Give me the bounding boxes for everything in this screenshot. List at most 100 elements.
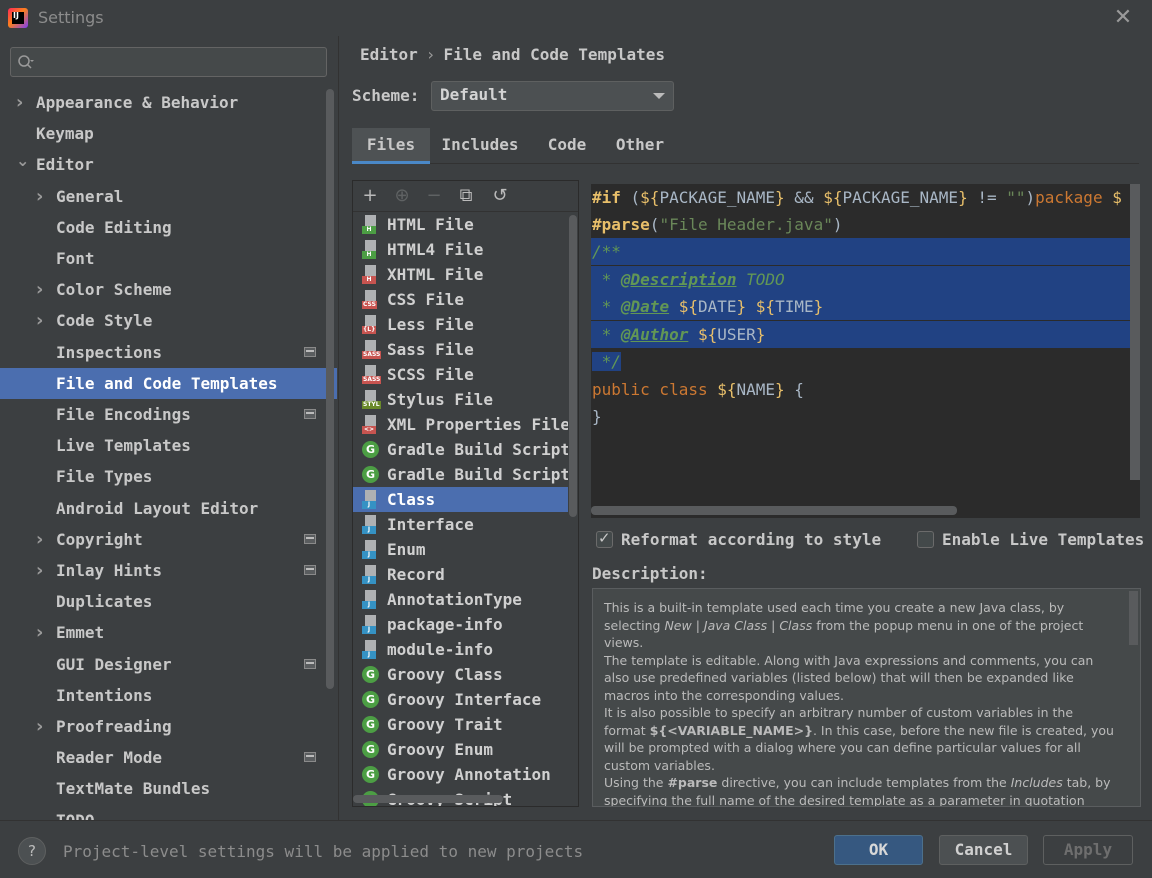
chevron-right-icon[interactable]: › [36, 524, 48, 555]
live-templates-checkbox[interactable] [917, 531, 934, 548]
sidebar-item-inlay-hints[interactable]: › Inlay Hints [0, 555, 337, 586]
window-title: Settings [38, 8, 104, 27]
file-type-tag: SASS [362, 351, 382, 359]
description-scrollbar[interactable] [1129, 591, 1138, 645]
code-line: * @Date ${DATE} ${TIME} [591, 293, 1138, 320]
template-item-stylus-file[interactable]: STYL Stylus File [353, 387, 568, 412]
template-item-css-file[interactable]: CSS CSS File [353, 287, 568, 312]
sidebar-item-file-types[interactable]: File Types [0, 461, 337, 492]
apply-button[interactable]: Apply [1043, 835, 1133, 865]
tab-code[interactable]: Code [538, 128, 596, 164]
reformat-checkbox[interactable] [596, 529, 613, 548]
sidebar-item-appearance-behavior[interactable]: › Appearance & Behavior [0, 87, 337, 118]
template-item-record[interactable]: J Record [353, 562, 568, 587]
template-item-class[interactable]: J Class [353, 487, 568, 512]
template-item-groovy-interface[interactable]: G Groovy Interface [353, 687, 568, 712]
code-token: TIME [775, 297, 814, 316]
tab-includes[interactable]: Includes [436, 128, 524, 164]
cancel-button[interactable]: Cancel [939, 835, 1028, 865]
sidebar-item-proofreading[interactable]: › Proofreading [0, 711, 337, 742]
template-item-module-info[interactable]: Jmodule-info [353, 637, 568, 662]
editor-hscrollbar[interactable] [591, 506, 957, 515]
sidebar-item-android-layout-editor[interactable]: Android Layout Editor [0, 493, 337, 524]
sidebar-item-color-scheme[interactable]: › Color Scheme [0, 274, 337, 305]
sidebar-item-reader-mode[interactable]: Reader Mode [0, 742, 337, 773]
code-token: } [592, 407, 602, 426]
sidebar-item-file-encodings[interactable]: File Encodings [0, 399, 337, 430]
sidebar-item-keymap[interactable]: Keymap [0, 118, 337, 149]
template-item-groovy-trait[interactable]: G Groovy Trait [353, 712, 568, 737]
chevron-right-icon[interactable]: › [36, 305, 48, 336]
sidebar-item-code-style[interactable]: › Code Style [0, 305, 337, 336]
code-token: ${ [640, 188, 660, 207]
file-template-icon: {L} [362, 315, 378, 334]
sidebar-item-copyright[interactable]: › Copyright [0, 524, 337, 555]
chevron-right-icon[interactable]: › [36, 555, 48, 586]
project-settings-icon [304, 409, 316, 419]
code-token: @Author [620, 325, 689, 344]
template-item-html-file[interactable]: H HTML File [353, 212, 568, 237]
template-item-annotationtype[interactable]: J AnnotationType [353, 587, 568, 612]
chevron-right-icon[interactable]: › [36, 274, 48, 305]
template-item-xml-properties-file[interactable]: <> XML Properties File [353, 412, 568, 437]
add-child-icon[interactable]: ⊕ [391, 185, 413, 207]
sidebar-item-inspections[interactable]: Inspections [0, 337, 337, 368]
sidebar-item-duplicates[interactable]: Duplicates [0, 586, 337, 617]
sidebar-item-intentions[interactable]: Intentions [0, 680, 337, 711]
template-item-sass-file[interactable]: SASS Sass File [353, 337, 568, 362]
settings-sidebar: › Appearance & Behavior Keymap ⌄ Editor › Gene… [0, 36, 338, 820]
template-code-editor[interactable]: #if (${PACKAGE_NAME} && ${PACKAGE_NAME} … [591, 184, 1140, 518]
sidebar-item-file-and-code-templates[interactable]: File and Code Templates [0, 367, 337, 399]
chevron-right-icon[interactable]: › [36, 617, 48, 648]
chevron-right-icon[interactable]: › [36, 711, 48, 742]
template-item-groovy-annotation[interactable]: G Groovy Annotation [353, 762, 568, 787]
sidebar-item-todo[interactable]: TODO [0, 805, 337, 820]
template-item-groovy-class[interactable]: G Groovy Class [353, 662, 568, 687]
template-list-scrollbar[interactable] [569, 215, 577, 517]
search-input[interactable] [45, 52, 315, 72]
template-item-gradle-build-script-w[interactable]: G Gradle Build Script w [353, 462, 568, 487]
template-item-groovy-enum[interactable]: G Groovy Enum [353, 737, 568, 762]
close-icon[interactable]: ✕ [1113, 7, 1133, 29]
sidebar-scrollbar[interactable] [326, 89, 334, 689]
editor-scrollbar[interactable] [1130, 184, 1140, 480]
template-item-html4-file[interactable]: H HTML4 File [353, 237, 568, 262]
reset-icon[interactable]: ↺ [489, 185, 511, 207]
template-item-less-file[interactable]: {L} Less File [353, 312, 568, 337]
file-type-tag: H [362, 276, 376, 284]
sidebar-item-general[interactable]: › General [0, 181, 337, 212]
help-button[interactable]: ? [18, 837, 46, 865]
sidebar-item-gui-designer[interactable]: GUI Designer [0, 649, 337, 680]
chevron-right-icon[interactable]: › [16, 87, 28, 118]
tab-files[interactable]: Files [352, 128, 430, 164]
sidebar-item-code-editing[interactable]: Code Editing [0, 212, 337, 243]
live-templates-label[interactable]: Enable Live Templates [942, 530, 1144, 549]
file-template-icon: SASS [362, 365, 382, 384]
template-item-scss-file[interactable]: SASS SCSS File [353, 362, 568, 387]
tab-other[interactable]: Other [608, 128, 672, 164]
sidebar-item-textmate-bundles[interactable]: TextMate Bundles [0, 773, 337, 804]
sidebar-item-editor[interactable]: ⌄ Editor [0, 149, 337, 180]
copy-icon[interactable]: ⧉ [455, 185, 477, 207]
sidebar-item-emmet[interactable]: › Emmet [0, 617, 337, 648]
groovy-icon: G [362, 766, 379, 783]
template-item-interface[interactable]: J Interface [353, 512, 568, 537]
reformat-label[interactable]: Reformat according to style [621, 530, 881, 549]
sidebar-item-live-templates[interactable]: Live Templates [0, 430, 337, 461]
scheme-dropdown[interactable]: Default [431, 81, 674, 111]
template-item-xhtml-file[interactable]: H XHTML File [353, 262, 568, 287]
breadcrumb-parent[interactable]: Editor [360, 45, 418, 64]
template-item-gradle-build-script[interactable]: G Gradle Build Script [353, 437, 568, 462]
add-icon[interactable]: + [359, 185, 381, 207]
chevron-right-icon[interactable]: › [36, 181, 48, 212]
search-icon[interactable] [17, 54, 35, 72]
remove-icon[interactable]: − [423, 185, 445, 207]
search-box[interactable] [10, 47, 327, 77]
ok-button[interactable]: OK [834, 835, 923, 865]
file-type-tag: H [362, 226, 376, 234]
template-item-enum[interactable]: J Enum [353, 537, 568, 562]
chevron-down-icon[interactable]: ⌄ [16, 145, 29, 176]
sidebar-item-font[interactable]: Font [0, 243, 337, 274]
template-list-hscrollbar[interactable] [353, 795, 503, 803]
template-item-package-info[interactable]: Jpackage-info [353, 612, 568, 637]
